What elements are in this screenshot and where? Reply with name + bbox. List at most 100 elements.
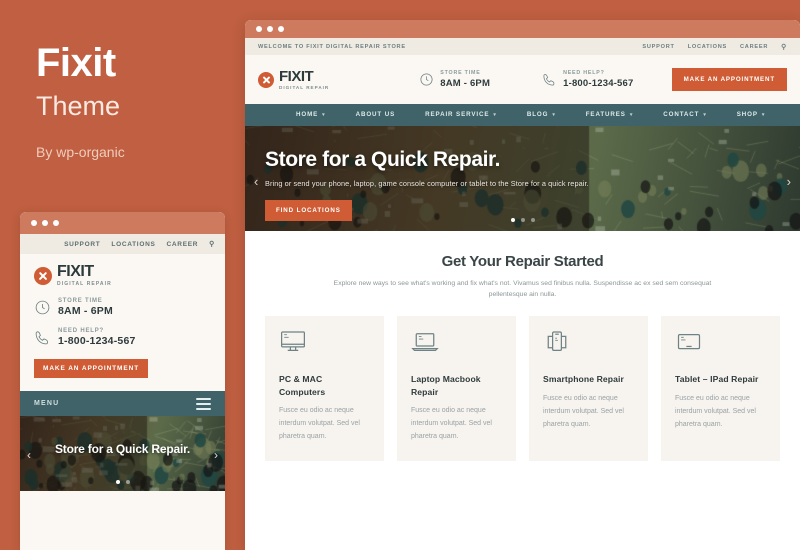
desktop-header: FIXIT DIGITAL REPAIR STORE TIME 8AM - 6P… [245,55,800,104]
window-dot-maximize[interactable] [278,26,284,32]
promo-author: By wp-organic [36,143,125,160]
window-dot-maximize[interactable] [53,220,59,226]
need-help-label: NEED HELP? [58,328,105,334]
need-help-value: 1-800-1234-567 [563,77,634,89]
service-card-title: Tablet – IPad Repair [675,374,759,385]
mobile-body: FIXIT DIGITAL REPAIR STORE TIME 8AM - 6P… [20,254,225,378]
logo-name: FIXIT [57,263,94,280]
service-card-title: Smartphone Repair [543,374,624,385]
need-help-value: 1-800-1234-567 [58,335,136,347]
desktop-topbar: WELCOME TO FIXIT DIGITAL REPAIR STORE SU… [245,38,800,55]
mobile-store-time: STORE TIME 8AM - 6PM [34,298,211,317]
service-card-body: Fusce eu odio ac neque interdum volutpat… [675,394,756,428]
desktop-window-chrome [245,20,800,38]
nav-item-home[interactable]: HOME ▾ [281,104,341,126]
nav-item-contact[interactable]: CONTACT ▾ [648,104,722,126]
chevron-right-icon[interactable]: › [787,174,791,189]
nav-label: REPAIR SERVICE [425,111,490,118]
window-dot-minimize[interactable] [267,26,273,32]
nav-item-about-us[interactable]: ABOUT US [341,104,411,126]
chevron-down-icon: ▾ [493,112,497,118]
page-background: Fixit Theme By wp-organic SUPPORT LOCATI… [0,0,800,550]
mobile-menu-label: MENU [34,400,60,407]
mobile-topbar-link-career[interactable]: CAREER [167,241,199,248]
mobile-topbar-link-locations[interactable]: LOCATIONS [111,241,155,248]
slider-dot[interactable] [530,218,535,222]
service-card-title: Laptop Macbook Repair [411,374,481,397]
nav-label: SHOP [736,111,758,118]
mobile-preview-window: SUPPORT LOCATIONS CAREER ⚲ FIXIT DIGITAL… [20,212,225,550]
hero-content: Store for a Quick Repair. Bring or send … [265,148,780,221]
nav-label: CONTACT [663,111,700,118]
make-an-appointment-button[interactable]: MAKE AN APPOINTMENT [671,68,787,91]
nav-label: FEATURES [585,111,626,118]
window-dot-close[interactable] [256,26,262,32]
service-card[interactable]: Tablet – IPad Repair Fusce eu odio ac ne… [661,316,780,462]
x-circle-icon [34,266,52,285]
logo-tagline: DIGITAL REPAIR [57,281,112,287]
desktop-logo-text: FIXIT DIGITAL REPAIR [279,69,329,90]
nav-label: ABOUT US [355,111,396,118]
service-cards: PC & MAC Computers Fusce eu odio ac nequ… [245,300,800,462]
chevron-down-icon: ▾ [322,112,326,118]
slider-dot[interactable] [115,480,120,484]
desktop-logo[interactable]: FIXIT DIGITAL REPAIR [258,69,329,90]
service-card[interactable]: PC & MAC Computers Fusce eu odio ac nequ… [265,316,384,462]
phone-icon [34,329,51,346]
topbar-link-support[interactable]: SUPPORT [642,44,674,50]
desktop-need-help: NEED HELP? 1-800-1234-567 [542,70,633,89]
window-dot-minimize[interactable] [42,220,48,226]
service-card[interactable]: Laptop Macbook Repair Fusce eu odio ac n… [397,316,516,462]
smartphone-icon [543,330,634,360]
chevron-down-icon: ▾ [552,112,556,118]
slider-dot[interactable] [510,218,515,222]
mobile-logo[interactable]: FIXIT DIGITAL REPAIR [34,264,211,287]
tablet-icon [675,330,766,360]
mobile-topbar: SUPPORT LOCATIONS CAREER ⚲ [20,234,225,254]
chevron-left-icon[interactable]: ‹ [254,174,258,189]
search-icon[interactable]: ⚲ [209,240,215,248]
hamburger-icon[interactable] [196,397,211,410]
desktop-topbar-links: SUPPORT LOCATIONS CAREER ⚲ [642,43,787,51]
store-time-value: 8AM - 6PM [440,77,491,89]
nav-item-blog[interactable]: BLOG ▾ [512,104,571,126]
desktop-hero-slider: Store for a Quick Repair. Bring or send … [245,126,800,231]
section-description: Explore new ways to see what's working a… [333,280,712,299]
chevron-down-icon: ▾ [703,112,707,118]
search-icon[interactable]: ⚲ [781,43,787,51]
promo-block: Fixit Theme By wp-organic [36,42,236,160]
chevron-down-icon: ▾ [761,112,766,118]
nav-item-shop[interactable]: SHOP ▾ [722,104,781,126]
mobile-menu-bar[interactable]: MENU [20,391,225,416]
topbar-link-career[interactable]: CAREER [740,44,768,50]
mobile-logo-text: FIXIT DIGITAL REPAIR [57,263,112,288]
clock-icon [34,299,51,316]
desktop-store-time: STORE TIME 8AM - 6PM [419,70,490,89]
chevron-left-icon[interactable]: ‹ [27,448,31,462]
service-card[interactable]: Smartphone Repair Fusce eu odio ac neque… [529,316,648,462]
nav-item-features[interactable]: FEATURES ▾ [571,104,649,126]
desktop-monitor-icon [279,330,370,360]
mobile-hero-slider: Store for a Quick Repair. ‹ › [20,416,225,491]
phone-icon [542,72,557,87]
hero-subtitle: Bring or send your phone, laptop, game c… [265,179,589,188]
service-card-body: Fusce eu odio ac neque interdum volutpat… [279,407,360,441]
nav-label: HOME [296,111,319,118]
chevron-down-icon: ▾ [629,112,634,118]
mobile-topbar-link-support[interactable]: SUPPORT [64,241,100,248]
need-help-label: NEED HELP? [563,70,605,77]
logo-name: FIXIT [279,68,314,85]
clock-icon [419,72,434,87]
make-an-appointment-button[interactable]: MAKE AN APPOINTMENT [34,359,149,378]
section-heading: Get Your Repair Started [441,253,604,270]
slider-dot[interactable] [520,218,525,222]
laptop-icon [411,330,502,360]
mobile-need-help: NEED HELP? 1-800-1234-567 [34,328,211,347]
slider-dot[interactable] [125,480,130,484]
window-dot-close[interactable] [31,220,37,226]
welcome-message: WELCOME TO FIXIT DIGITAL REPAIR STORE [258,43,406,50]
topbar-link-locations[interactable]: LOCATIONS [688,44,727,50]
nav-item-repair-service[interactable]: REPAIR SERVICE ▾ [410,104,512,126]
mobile-hero-title: Store for a Quick Repair. [54,442,191,456]
chevron-right-icon[interactable]: › [214,448,218,462]
